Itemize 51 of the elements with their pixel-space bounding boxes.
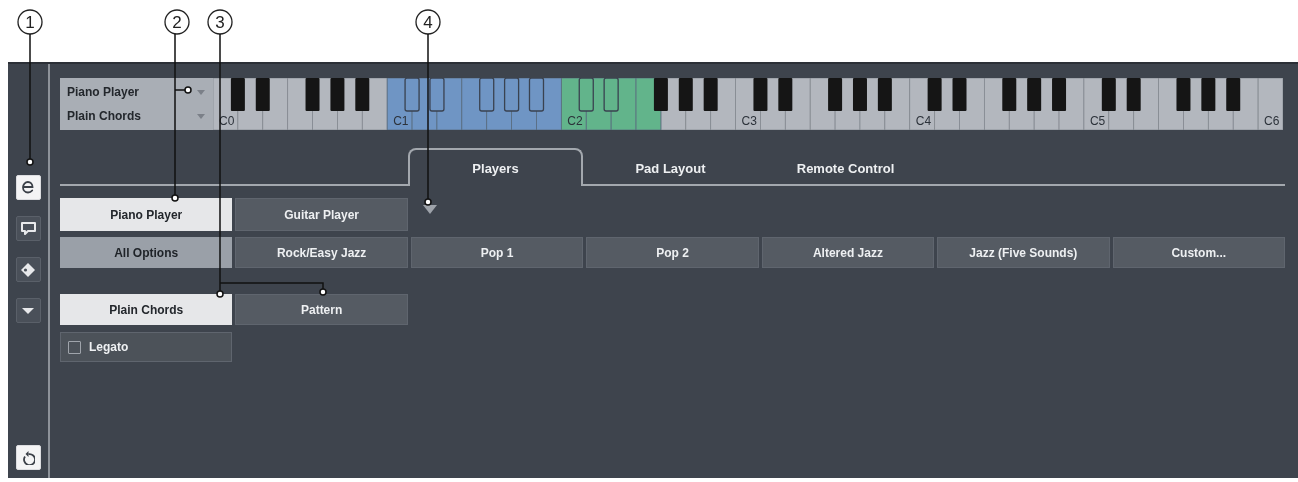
sharp-key[interactable]	[1052, 78, 1067, 111]
legato-label: Legato	[89, 340, 129, 354]
style-button[interactable]: Pop 1	[410, 237, 584, 268]
tag-button[interactable]	[15, 257, 41, 282]
reset-button[interactable]	[15, 445, 41, 470]
speech-bubble-icon	[20, 222, 36, 235]
octave-label: C3	[741, 114, 757, 128]
style-name: Plain Chords	[67, 109, 141, 123]
sharp-key[interactable]	[1027, 78, 1042, 111]
sharp-key[interactable]	[753, 78, 768, 111]
style-button[interactable]: Pop 2	[586, 237, 759, 268]
style-button[interactable]: Rock/Easy Jazz	[235, 237, 408, 268]
sharp-key[interactable]	[330, 78, 345, 111]
style-button[interactable]: All Options	[60, 237, 233, 268]
style-button[interactable]: Jazz (Five Sounds)	[937, 237, 1110, 268]
mode-button[interactable]: Pattern	[235, 294, 408, 325]
tag-icon	[21, 262, 35, 277]
sharp-key[interactable]	[1176, 78, 1191, 111]
sharp-key[interactable]	[1226, 78, 1241, 111]
triangle-down-icon	[22, 307, 34, 314]
octave-label: C1	[393, 114, 409, 128]
tab[interactable]: Remote Control	[758, 148, 933, 186]
callout-number: 1	[25, 13, 35, 32]
octave-label: C4	[915, 114, 932, 128]
callout-number: 3	[215, 13, 225, 32]
octave-label: C2	[567, 114, 583, 128]
style-button[interactable]: Altered Jazz	[761, 237, 935, 268]
checkbox[interactable]	[68, 340, 81, 354]
callout-number: 2	[172, 13, 182, 32]
dropdown-arrow-icon[interactable]	[422, 205, 437, 214]
comment-button[interactable]	[15, 216, 41, 241]
player-button[interactable]: Guitar Player	[235, 198, 408, 231]
player-button[interactable]: Piano Player	[60, 198, 233, 231]
editor-button[interactable]	[15, 175, 41, 200]
sharp-key[interactable]	[1201, 78, 1216, 111]
sharp-key[interactable]	[778, 78, 793, 111]
legato-toggle[interactable]: Legato	[60, 332, 233, 362]
sharp-key[interactable]	[1002, 78, 1017, 111]
tab[interactable]: Pad Layout	[583, 148, 758, 186]
sharp-key[interactable]	[355, 78, 370, 111]
sharp-key[interactable]	[828, 78, 843, 111]
player-name: Piano Player	[67, 85, 140, 99]
mode-button[interactable]: Plain Chords	[60, 294, 233, 325]
letter-e-icon	[22, 181, 34, 194]
callout-number: 4	[423, 13, 433, 32]
style-button[interactable]: Custom...	[1112, 237, 1285, 268]
octave-label: C6	[1264, 114, 1280, 128]
collapse-button[interactable]	[15, 298, 41, 323]
tab[interactable]: Players	[408, 148, 583, 186]
octave-label: C5	[1089, 114, 1106, 128]
reset-icon	[21, 450, 35, 465]
